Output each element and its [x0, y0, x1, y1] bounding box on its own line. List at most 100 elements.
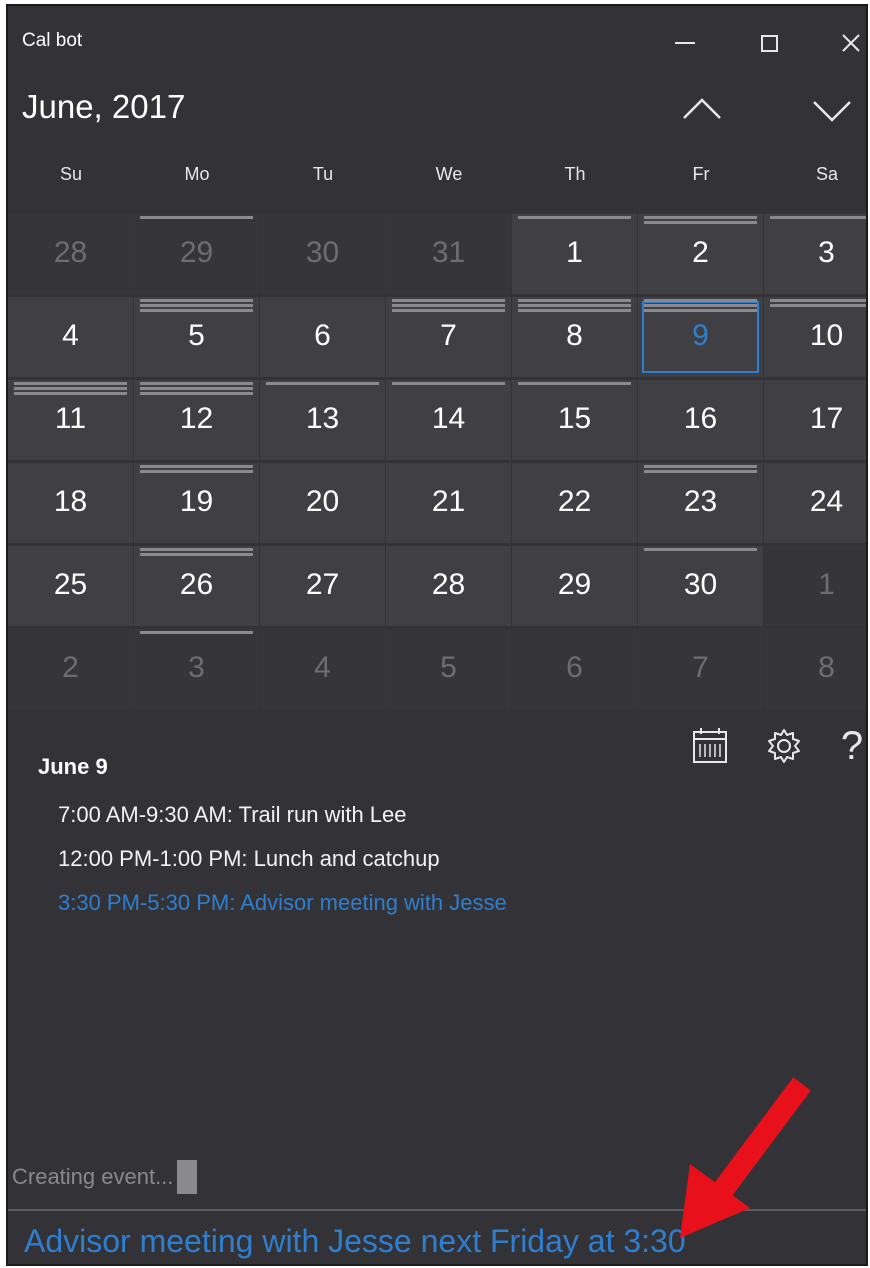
calendar-grid: 28 29 30 31 1 2 3 4 5 6 7 8 9 10 11 12 13 14 15 16 17 18 19 20 2…: [8, 214, 866, 710]
calendar-day[interactable]: 28: [8, 214, 133, 294]
event-indicator-bars: [14, 382, 127, 397]
calendar-day[interactable]: 6: [512, 629, 637, 709]
minimize-button[interactable]: [660, 18, 710, 68]
calendar-day[interactable]: 6: [260, 297, 385, 377]
calendar-day-selected[interactable]: 9: [638, 297, 763, 377]
day-number: 8: [818, 651, 835, 684]
day-number: 2: [692, 236, 709, 269]
chevron-up-icon: [683, 98, 721, 119]
calendar-day[interactable]: 14: [386, 380, 511, 460]
calendar-day[interactable]: 20: [260, 463, 385, 543]
next-month-button[interactable]: [802, 86, 862, 134]
maximize-icon: [760, 34, 778, 52]
event-item[interactable]: 12:00 PM-1:00 PM: Lunch and catchup: [58, 846, 507, 890]
event-indicator-bar: [518, 382, 631, 385]
calendar-day[interactable]: 27: [260, 546, 385, 626]
event-indicator-bar: [644, 465, 757, 468]
day-number: 2: [62, 651, 79, 684]
event-indicator-bar: [392, 382, 505, 385]
event-indicator-bar: [140, 299, 253, 302]
calendar-day[interactable]: 2: [638, 214, 763, 294]
calendar-day[interactable]: 13: [260, 380, 385, 460]
event-indicator-bars: [518, 216, 631, 221]
calendar-day[interactable]: 30: [260, 214, 385, 294]
title-bar[interactable]: Cal bot: [8, 6, 866, 78]
calendar-day[interactable]: 8: [764, 629, 866, 709]
event-indicator-bar: [140, 392, 253, 395]
event-indicator-bars: [644, 299, 757, 314]
day-number: 8: [566, 319, 583, 352]
help-button[interactable]: ?: [834, 724, 866, 768]
calendar-day[interactable]: 17: [764, 380, 866, 460]
event-item[interactable]: 7:00 AM-9:30 AM: Trail run with Lee: [58, 802, 507, 846]
calendar-day[interactable]: 3: [134, 629, 259, 709]
calendar-day[interactable]: 23: [638, 463, 763, 543]
calendar-day[interactable]: 2: [8, 629, 133, 709]
calendar-day[interactable]: 29: [134, 214, 259, 294]
day-number: 1: [818, 568, 835, 601]
cursor-block: [177, 1160, 198, 1194]
calendar-day[interactable]: 16: [638, 380, 763, 460]
calendar-day[interactable]: 19: [134, 463, 259, 543]
calendar-button[interactable]: [688, 724, 732, 768]
calendar-day[interactable]: 11: [8, 380, 133, 460]
day-number: 19: [179, 485, 214, 518]
calendar-day[interactable]: 15: [512, 380, 637, 460]
calendar-day[interactable]: 3: [764, 214, 866, 294]
event-indicator-bars: [140, 465, 253, 475]
calendar-day[interactable]: 4: [260, 629, 385, 709]
calendar-day[interactable]: 21: [386, 463, 511, 543]
event-item[interactable]: 3:30 PM-5:30 PM: Advisor meeting with Je…: [58, 890, 507, 934]
event-indicator-bar: [392, 299, 505, 302]
day-number: 6: [566, 651, 583, 684]
weekday-label: Tu: [312, 164, 334, 184]
calendar-day[interactable]: 30: [638, 546, 763, 626]
calendar-day[interactable]: 18: [8, 463, 133, 543]
calendar-day[interactable]: 12: [134, 380, 259, 460]
calendar-day[interactable]: 24: [764, 463, 866, 543]
settings-button[interactable]: [762, 724, 806, 768]
event-indicator-bar: [140, 553, 253, 556]
event-indicator-bars: [644, 216, 757, 226]
day-number: 29: [557, 568, 592, 601]
calendar-day[interactable]: 1: [512, 214, 637, 294]
event-list: 7:00 AM-9:30 AM: Trail run with Lee 12:00…: [58, 802, 507, 934]
calendar-day[interactable]: 22: [512, 463, 637, 543]
calendar-day[interactable]: 7: [638, 629, 763, 709]
calendar-day[interactable]: 7: [386, 297, 511, 377]
event-indicator-bars: [140, 382, 253, 397]
previous-month-button[interactable]: [672, 86, 732, 134]
weekday-label: Th: [564, 164, 586, 184]
calendar-day[interactable]: 10: [764, 297, 866, 377]
day-number: 5: [440, 651, 457, 684]
weekday-header: Su Mo Tu We Th Fr Sa: [8, 164, 866, 204]
event-indicator-bars: [644, 465, 757, 475]
maximize-button[interactable]: [744, 18, 794, 68]
event-indicator-bars: [644, 548, 757, 553]
calendar-day[interactable]: 25: [8, 546, 133, 626]
weekday-label: Su: [59, 164, 83, 184]
calendar-day[interactable]: 8: [512, 297, 637, 377]
calendar-day[interactable]: 1: [764, 546, 866, 626]
calendar-day[interactable]: 29: [512, 546, 637, 626]
day-number: 7: [692, 651, 709, 684]
calendar-day[interactable]: 5: [134, 297, 259, 377]
calendar-day[interactable]: 4: [8, 297, 133, 377]
event-indicator-bar: [644, 548, 757, 551]
weekday-label: We: [435, 164, 463, 184]
close-button[interactable]: [826, 18, 866, 68]
calendar-day[interactable]: 5: [386, 629, 511, 709]
event-indicator-bar: [644, 470, 757, 473]
calendar-icon: [693, 728, 727, 763]
event-indicator-bars: [392, 382, 505, 387]
calendar-day[interactable]: 26: [134, 546, 259, 626]
calendar-day[interactable]: 31: [386, 214, 511, 294]
event-indicator-bars: [140, 631, 253, 636]
event-indicator-bar: [518, 299, 631, 302]
event-indicator-bars: [140, 216, 253, 221]
event-indicator-bar: [518, 309, 631, 312]
day-number: 7: [440, 319, 457, 352]
day-number: 4: [314, 651, 331, 684]
calendar-day[interactable]: 28: [386, 546, 511, 626]
command-input[interactable]: [24, 1218, 844, 1264]
